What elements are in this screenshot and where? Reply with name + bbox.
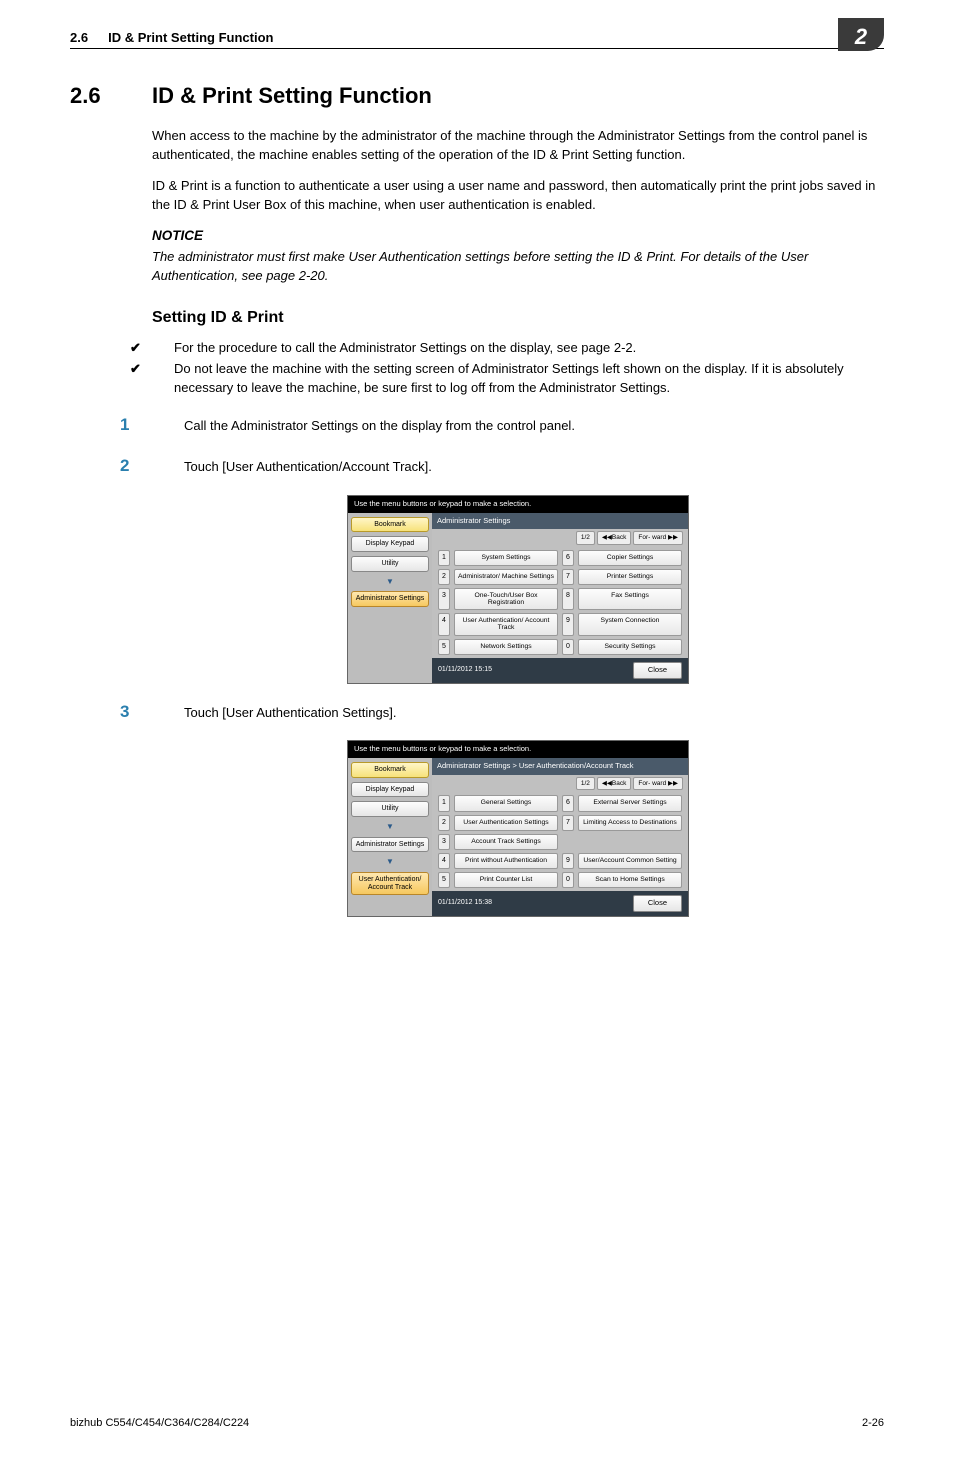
menu-onetouch-userbox[interactable]: One-Touch/User Box Registration	[454, 588, 558, 610]
menu-number: 0	[562, 639, 574, 655]
notice-label: NOTICE	[152, 226, 884, 246]
screen-timestamp: 01/11/2012 15:38	[438, 898, 492, 908]
screen-title: Administrator Settings	[432, 513, 688, 530]
section-heading-text: ID & Print Setting Function	[152, 83, 432, 108]
intro-para-2: ID & Print is a function to authenticate…	[152, 177, 884, 215]
step-number: 3	[152, 700, 184, 725]
chevron-down-icon: ▼	[351, 821, 429, 833]
menu-number: 2	[438, 815, 450, 831]
forward-button[interactable]: For- ward ▶▶	[633, 777, 683, 790]
check-icon: ✔	[152, 339, 174, 358]
step-text: Touch [User Authentication Settings].	[184, 705, 396, 720]
notice-text: The administrator must first make User A…	[152, 248, 884, 286]
menu-system-settings[interactable]: System Settings	[454, 550, 558, 566]
sidebar-bookmark-tab[interactable]: Bookmark	[351, 762, 429, 778]
menu-copier-settings[interactable]: Copier Settings	[578, 550, 682, 566]
menu-general-settings[interactable]: General Settings	[454, 795, 558, 811]
menu-user-account-common[interactable]: User/Account Common Setting	[578, 853, 682, 869]
menu-number: 3	[438, 588, 450, 610]
menu-number: 1	[438, 795, 450, 811]
menu-scan-to-home[interactable]: Scan to Home Settings	[578, 872, 682, 888]
footer-model: bizhub C554/C454/C364/C284/C224	[70, 1417, 249, 1429]
menu-user-auth-account[interactable]: User Authentication/ Account Track	[454, 613, 558, 635]
menu-number: 1	[438, 550, 450, 566]
chapter-number: 2	[855, 24, 867, 50]
sidebar-utility[interactable]: Utility	[351, 801, 429, 817]
back-button[interactable]: ◀◀Back	[597, 531, 631, 544]
menu-number: 6	[562, 550, 574, 566]
chevron-down-icon: ▼	[351, 576, 429, 588]
back-button[interactable]: ◀◀Back	[597, 777, 631, 790]
menu-number: 6	[562, 795, 574, 811]
menu-number: 2	[438, 569, 450, 585]
step-1: 1Call the Administrator Settings on the …	[152, 413, 884, 438]
menu-number: 0	[562, 872, 574, 888]
close-button[interactable]: Close	[633, 662, 682, 679]
menu-limiting-access[interactable]: Limiting Access to Destinations	[578, 815, 682, 831]
screenshot-admin-settings: Use the menu buttons or keypad to make a…	[347, 495, 689, 684]
menu-network-settings[interactable]: Network Settings	[454, 639, 558, 655]
menu-account-track-settings[interactable]: Account Track Settings	[454, 834, 558, 850]
menu-admin-machine[interactable]: Administrator/ Machine Settings	[454, 569, 558, 585]
screen-hint: Use the menu buttons or keypad to make a…	[348, 741, 688, 758]
menu-print-counter-list[interactable]: Print Counter List	[454, 872, 558, 888]
step-3: 3Touch [User Authentication Settings].	[152, 700, 884, 725]
menu-system-connection[interactable]: System Connection	[578, 613, 682, 635]
sidebar-bookmark-tab[interactable]: Bookmark	[351, 517, 429, 533]
page-indicator: 1/2	[576, 777, 595, 790]
menu-printer-settings[interactable]: Printer Settings	[578, 569, 682, 585]
menu-security-settings[interactable]: Security Settings	[578, 639, 682, 655]
menu-fax-settings[interactable]: Fax Settings	[578, 588, 682, 610]
header-section-no: 2.6	[70, 30, 88, 45]
sidebar-display-keypad[interactable]: Display Keypad	[351, 782, 429, 798]
sidebar-admin-settings[interactable]: Administrator Settings	[351, 591, 429, 607]
close-button[interactable]: Close	[633, 895, 682, 912]
menu-number: 4	[438, 853, 450, 869]
screen-title: Administrator Settings > User Authentica…	[432, 758, 688, 775]
sidebar-user-auth-account[interactable]: User Authentication/ Account Track	[351, 872, 429, 895]
sidebar-utility[interactable]: Utility	[351, 556, 429, 572]
step-text: Touch [User Authentication/Account Track…	[184, 459, 432, 474]
running-header: 2.6 ID & Print Setting Function	[70, 30, 884, 49]
section-heading: 2.6ID & Print Setting Function	[70, 83, 884, 109]
screen-hint: Use the menu buttons or keypad to make a…	[348, 496, 688, 513]
screenshot-user-auth-account: Use the menu buttons or keypad to make a…	[347, 740, 689, 917]
menu-number: 8	[562, 588, 574, 610]
checklist-item: ✔Do not leave the machine with the setti…	[152, 360, 884, 398]
step-number: 2	[152, 454, 184, 479]
chevron-down-icon: ▼	[351, 856, 429, 868]
sidebar-admin-settings[interactable]: Administrator Settings	[351, 837, 429, 853]
check-text: For the procedure to call the Administra…	[174, 340, 636, 355]
step-2: 2Touch [User Authentication/Account Trac…	[152, 454, 884, 479]
page-indicator: 1/2	[576, 531, 595, 544]
menu-user-auth-settings[interactable]: User Authentication Settings	[454, 815, 558, 831]
menu-number: 4	[438, 613, 450, 635]
menu-external-server[interactable]: External Server Settings	[578, 795, 682, 811]
step-number: 1	[152, 413, 184, 438]
checklist-item: ✔For the procedure to call the Administr…	[152, 339, 884, 358]
menu-number: 9	[562, 853, 574, 869]
subsection-heading: Setting ID & Print	[152, 306, 884, 329]
step-text: Call the Administrator Settings on the d…	[184, 418, 575, 433]
menu-print-without-auth[interactable]: Print without Authentication	[454, 853, 558, 869]
header-section-title: ID & Print Setting Function	[108, 30, 273, 45]
chapter-badge: 2	[838, 18, 884, 51]
intro-para-1: When access to the machine by the admini…	[152, 127, 884, 165]
footer-page: 2-26	[862, 1417, 884, 1429]
screen-timestamp: 01/11/2012 15:15	[438, 665, 492, 675]
sidebar-display-keypad[interactable]: Display Keypad	[351, 536, 429, 552]
check-text: Do not leave the machine with the settin…	[174, 361, 844, 395]
check-icon: ✔	[152, 360, 174, 379]
forward-button[interactable]: For- ward ▶▶	[633, 531, 683, 544]
menu-number: 9	[562, 613, 574, 635]
menu-number: 7	[562, 815, 574, 831]
menu-number: 5	[438, 872, 450, 888]
menu-number: 7	[562, 569, 574, 585]
menu-number: 3	[438, 834, 450, 850]
menu-number: 5	[438, 639, 450, 655]
section-heading-no: 2.6	[70, 83, 152, 109]
